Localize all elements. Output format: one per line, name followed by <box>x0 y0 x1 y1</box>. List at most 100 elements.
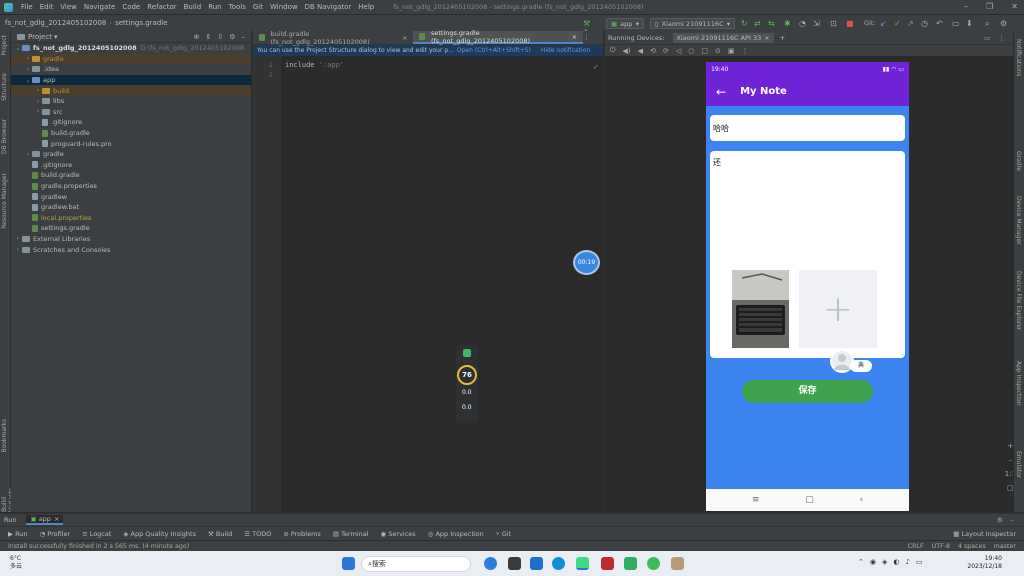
tool-bookmarks-tab[interactable]: Bookmarks <box>1 419 8 453</box>
device-tab[interactable]: Xiaomi 21091116C API 33 × <box>672 32 774 43</box>
tab-settings-gradle[interactable]: settings.gradle (fs_not_gdlg_20124051020… <box>413 29 584 45</box>
tree-item[interactable]: › build <box>11 85 251 96</box>
collapse-all-icon[interactable]: ⇳ <box>217 33 223 41</box>
tree-item[interactable]: gradlew <box>11 191 251 202</box>
more-icon[interactable]: ⋮ <box>741 47 748 55</box>
tree-item[interactable]: local.properties <box>11 213 251 224</box>
rotate-left-icon[interactable]: ⟲ <box>650 47 656 55</box>
stop-icon[interactable]: ■ <box>846 19 854 28</box>
maximize-icon[interactable]: ❐ <box>986 2 993 11</box>
tree-root[interactable]: ⌄ fs_not_gdlg_2012405102008 D:\fs_not_gd… <box>11 43 251 54</box>
attached-photo[interactable] <box>732 270 789 348</box>
volume-down-icon[interactable]: ◀ <box>638 47 643 55</box>
edge-icon[interactable] <box>552 557 565 570</box>
tree-item[interactable]: proguard-rules.pro <box>11 138 251 149</box>
tool-profiler[interactable]: ◔ Profiler <box>40 530 71 538</box>
save-button[interactable]: 保存 <box>742 380 873 403</box>
tool-build[interactable]: ⚒ Build <box>208 530 232 538</box>
expand-all-icon[interactable]: ⇕ <box>205 33 211 41</box>
tree-item[interactable]: .gitignore <box>11 160 251 171</box>
status-message[interactable]: Install successfully finished in 2 s 565… <box>8 543 189 550</box>
tree-item[interactable]: › Scratches and Consoles <box>11 244 251 255</box>
menu-db-navigator[interactable]: DB Navigator <box>305 3 352 11</box>
menu-tools[interactable]: Tools <box>229 3 246 11</box>
git-update-icon[interactable]: ↙ <box>880 19 887 28</box>
tab-build-gradle[interactable]: build.gradle (fs_not_gdlg_2012405102008)… <box>253 30 413 46</box>
menu-file[interactable]: File <box>21 3 33 11</box>
tool-gradle-tab[interactable]: Gradle <box>1015 151 1022 171</box>
close-icon[interactable]: ✕ <box>1011 2 1018 11</box>
menu-code[interactable]: Code <box>122 3 140 11</box>
tool-git[interactable]: ⑂ Git <box>496 530 511 538</box>
back-chevron-icon[interactable]: ‹ <box>860 495 864 505</box>
add-device-icon[interactable]: + <box>780 34 785 42</box>
expand-arrow-icon[interactable]: › <box>34 108 42 115</box>
app-run-tab[interactable]: ▣ app × <box>26 515 64 525</box>
menu-view[interactable]: View <box>60 3 77 11</box>
expand-arrow-icon[interactable]: › <box>14 246 22 253</box>
tool-device-manager-tab[interactable]: Device Manager <box>1015 196 1022 245</box>
options-icon[interactable]: ⋮ <box>998 34 1005 42</box>
expand-arrow-icon[interactable]: › <box>24 55 32 62</box>
windows-start-icon[interactable] <box>342 557 355 570</box>
tool-notifications-tab[interactable]: Notifications <box>1015 39 1022 77</box>
system-tray-icons[interactable]: ⌃◉◈◐♪▭ <box>858 558 929 566</box>
locate-icon[interactable]: ⊕ <box>194 33 200 41</box>
search-icon[interactable]: ⌕ <box>985 19 989 28</box>
breadcrumb-file[interactable]: settings.gradle <box>115 19 167 27</box>
menu-window[interactable]: Window <box>270 3 298 11</box>
hide-run-icon[interactable]: – <box>1011 516 1014 524</box>
menu-git[interactable]: Git <box>253 3 263 11</box>
tool-db-browser-tab[interactable]: DB Browser <box>1 119 8 154</box>
tool-structure-tab[interactable]: Structure <box>1 73 8 101</box>
tool-terminal[interactable]: ▤ Terminal <box>333 530 369 538</box>
tree-item[interactable]: settings.gradle <box>11 223 251 234</box>
menu-lines-icon[interactable]: ≡ <box>752 495 760 505</box>
rerun-icon[interactable]: ↻ <box>741 19 748 28</box>
run-config-select[interactable]: ▣ app ▾ <box>606 18 644 29</box>
close-tab-icon[interactable]: × <box>572 33 577 41</box>
settings-gear-icon[interactable]: ⚙ <box>1000 19 1007 28</box>
device-manager-icon[interactable]: ▭ <box>952 19 960 28</box>
expand-arrow-icon[interactable]: › <box>24 151 32 158</box>
note-title-input[interactable]: 哈哈 <box>710 115 905 141</box>
open-project-structure-link[interactable]: Open (Ctrl+Alt+Shift+S) <box>457 47 531 54</box>
weather-widget[interactable]: 6°C 多云 <box>10 555 22 571</box>
rollback-icon[interactable]: ↶ <box>936 19 943 28</box>
tool-layout-inspector[interactable]: ▦ Layout Inspector <box>953 530 1016 538</box>
git-push-icon[interactable]: ↗ <box>907 19 914 28</box>
screen-record-icon[interactable]: ▣ <box>728 47 735 55</box>
indent-status[interactable]: 4 spaces <box>958 543 986 550</box>
menu-run[interactable]: Run <box>208 3 221 11</box>
run-settings-gear-icon[interactable]: ⚙ <box>997 516 1003 524</box>
screenshot-icon[interactable]: ⊙ <box>715 47 721 55</box>
menu-help[interactable]: Help <box>358 3 374 11</box>
code-content[interactable]: include ':app' <box>285 61 344 69</box>
tool-app-inspection-tab[interactable]: App Inspection <box>1015 361 1022 406</box>
power-icon[interactable]: ⏻ <box>610 46 616 55</box>
tool-emulator-tab[interactable]: Emulator <box>1015 451 1022 478</box>
recording-timer-badge[interactable]: 00:19 <box>573 250 600 275</box>
tool-app-inspection[interactable]: ◎ App Inspection <box>428 530 484 538</box>
overview-icon[interactable]: □ <box>701 47 708 55</box>
expand-arrow-icon[interactable]: › <box>34 98 42 105</box>
sdk-manager-icon[interactable]: ⬇ <box>966 19 973 28</box>
menu-refactor[interactable]: Refactor <box>147 3 176 11</box>
app-brown-icon[interactable] <box>671 557 684 570</box>
tree-item[interactable]: › src <box>11 107 251 118</box>
project-view-select[interactable]: Project <box>28 33 52 41</box>
rotate-right-icon[interactable]: ⟳ <box>663 47 669 55</box>
close-tab-icon[interactable]: × <box>402 34 407 42</box>
tree-item[interactable]: › .idea <box>11 64 251 75</box>
apply-changes-icon[interactable]: ⇄ <box>754 19 761 28</box>
encoding-status[interactable]: UTF-8 <box>932 543 950 550</box>
android-studio-icon[interactable] <box>576 557 589 570</box>
tool-project-tab[interactable]: Project <box>1 35 8 56</box>
debug-icon[interactable]: ✱ <box>784 19 791 28</box>
tool-services[interactable]: ◉ Services <box>381 530 416 538</box>
zoom-out-icon[interactable]: – <box>1009 456 1013 464</box>
taskbar-search[interactable]: ⌕ 搜索 <box>361 556 471 572</box>
apply-code-changes-icon[interactable]: ⇆ <box>768 19 775 28</box>
run-tab[interactable]: Run <box>4 516 16 524</box>
menu-build[interactable]: Build <box>184 3 202 11</box>
